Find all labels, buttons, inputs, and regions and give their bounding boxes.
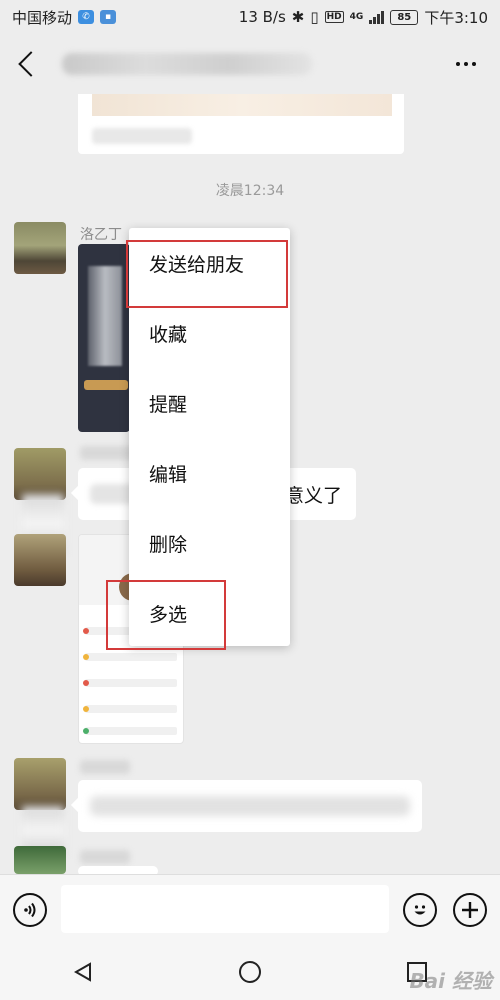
menu-item-send-to-friend[interactable]: 发送给朋友 [129,228,290,298]
watermark: Bai 经验 [409,969,492,993]
status-time: 下午3:10 [424,8,488,27]
status-right: 13 B/s ✱ ▯ HD 4G 85 下午3:10 [239,7,488,28]
emoji-icon[interactable] [403,893,437,927]
menu-item-edit[interactable]: 编辑 [129,438,290,508]
back-triangle-icon[interactable] [63,952,103,992]
image-message-screenshot[interactable] [78,244,130,432]
status-left: 中国移动 ✆ ▪ [12,7,117,28]
screenshot-dot [83,706,89,712]
screenshot-content-blurred [88,266,122,366]
hd-call-icon: ✆ [78,10,95,24]
message-input[interactable] [61,885,389,933]
sender-name-blurred [80,850,130,864]
avatar[interactable] [14,222,66,274]
avatar[interactable] [14,534,66,586]
screenshot-dot [83,628,89,634]
screenshot-row [85,705,177,713]
voice-icon[interactable] [13,893,47,927]
more-options-icon[interactable] [456,62,476,66]
chat-timestamp: 凌晨12:34 [215,183,285,199]
status-bar: 中国移动 ✆ ▪ 13 B/s ✱ ▯ HD 4G 85 下午3:10 [0,0,500,34]
bluetooth-icon: ✱ [291,8,305,26]
menu-item-multi-select[interactable]: 多选 [129,578,290,648]
home-circle-icon[interactable] [230,952,270,992]
back-icon[interactable] [18,51,44,77]
menu-item-remind[interactable]: 提醒 [129,368,290,438]
chat-title-blurred [62,53,312,75]
shared-card-message[interactable] [78,94,404,154]
card-text-blurred [92,128,192,144]
network-type: 4G [349,12,364,22]
chat-title-bar [0,34,500,94]
text-message-bubble[interactable] [78,866,158,874]
sender-name: 洛乙丁 [80,227,122,243]
sender-name-blurred [80,760,130,774]
avatar[interactable] [14,846,66,874]
plus-icon[interactable] [453,893,487,927]
avatar[interactable] [14,448,66,500]
notification-icon: ▪ [100,10,117,24]
screenshot-row [85,727,177,735]
carrier-label: 中国移动 [12,8,73,27]
screenshot-row [85,679,177,687]
screenshot-dot [83,680,89,686]
message-text-blurred [90,796,410,816]
screenshot-row [85,653,177,661]
net-speed: 13 B/s [238,8,286,26]
battery-icon: 85 [390,9,419,25]
message-context-menu: 发送给朋友 收藏 提醒 编辑 删除 多选 [129,228,290,646]
menu-item-favorite[interactable]: 收藏 [129,298,290,368]
card-image-blurred [92,94,392,116]
vibrate-icon: ▯ [310,8,319,26]
screenshot-dot [83,654,89,660]
chat-input-bar [0,874,500,944]
text-message-bubble[interactable] [78,780,422,832]
message-text-fragment: 意义了 [284,485,342,507]
screenshot-dot [83,728,89,734]
hd-icon: HD [324,11,344,23]
avatar[interactable] [14,758,66,810]
signal-icon [369,10,385,24]
screenshot-button-shape [84,380,128,390]
menu-item-delete[interactable]: 删除 [129,508,290,578]
